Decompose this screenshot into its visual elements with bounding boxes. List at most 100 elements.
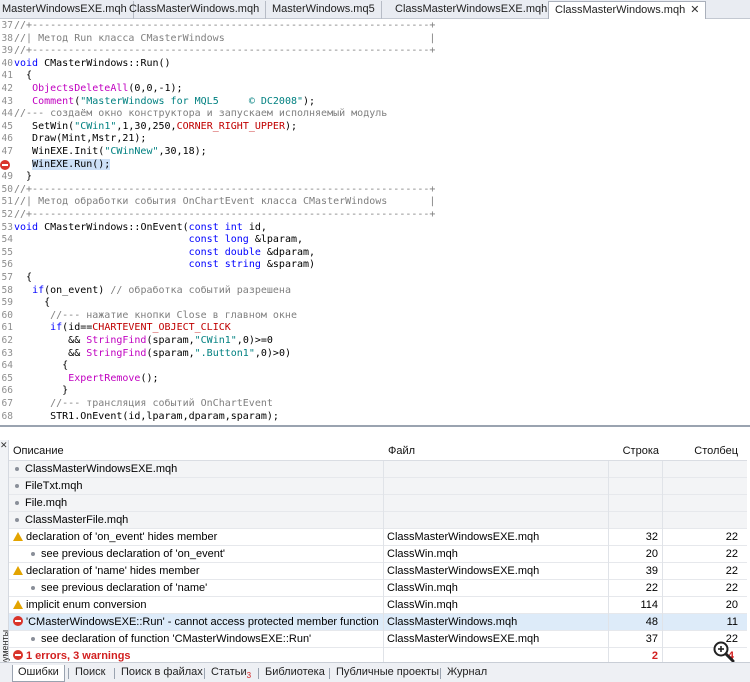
code-line[interactable]: 40 void CMasterWindows::Run() bbox=[0, 58, 750, 71]
row-description: see previous declaration of 'name' bbox=[9, 580, 384, 597]
tab-label: MasterWindowsEXE.mqh bbox=[2, 3, 127, 15]
code-line[interactable]: 59 { bbox=[0, 297, 750, 310]
close-toolbox-icon[interactable]: ✕ bbox=[0, 440, 8, 450]
line-number: 43 bbox=[1, 95, 13, 107]
col-description[interactable]: Описание bbox=[13, 441, 64, 461]
toolbox-tab[interactable]: Статьи3 bbox=[206, 665, 256, 682]
error-list-row[interactable]: 'CMasterWindowsEXE::Run' - cannot access… bbox=[9, 614, 747, 631]
line-number: 57 bbox=[1, 272, 13, 283]
toolbox-tab[interactable]: Журнал bbox=[442, 665, 492, 682]
toolbox-tab-label: Ошибки bbox=[18, 666, 59, 678]
code-line[interactable]: 52//+-----------------------------------… bbox=[0, 209, 750, 222]
description-text: declaration of 'on_event' hides member bbox=[26, 531, 218, 543]
code-line[interactable]: 68 STR1.OnEvent(id,lparam,dparam,sparam)… bbox=[0, 411, 750, 424]
code-line[interactable]: 41 { bbox=[0, 70, 750, 83]
tab-masterwindowsexe-mqh[interactable]: MasterWindowsEXE.mqh bbox=[0, 1, 134, 19]
line-number: 38 bbox=[1, 32, 13, 44]
code-text: WinEXE.Init("CWinNew",30,18); bbox=[14, 146, 207, 157]
code-line[interactable]: 54 const long &lparam, bbox=[0, 234, 750, 247]
code-line[interactable]: 55 const double &dparam, bbox=[0, 247, 750, 260]
error-list-row[interactable]: see previous declaration of 'name' ClassW… bbox=[9, 580, 747, 597]
toolbox-tab[interactable]: Поиск в файлах bbox=[116, 665, 208, 682]
row-line: 39 bbox=[610, 563, 663, 580]
tab-masterwindows-mq5[interactable]: MasterWindows.mq5 bbox=[266, 1, 382, 19]
code-line[interactable]: 43 Comment("MasterWindows for MQL5 © DC2… bbox=[0, 96, 750, 109]
toolbox-tab[interactable]: Публичные проекты bbox=[331, 665, 444, 682]
toolbox-tab-label: Публичные проекты bbox=[336, 666, 439, 678]
line-number: 52 bbox=[1, 209, 13, 220]
row-column: 22 bbox=[725, 582, 738, 594]
close-tab-icon[interactable]: ✕ bbox=[690, 4, 699, 16]
code-text: if(id==CHARTEVENT_OBJECT_CLICK bbox=[50, 322, 231, 334]
code-line[interactable]: 49 } bbox=[0, 171, 750, 184]
code-line[interactable]: 62 && StringFind(sparam,"CWin1",0)>=0 bbox=[0, 335, 750, 348]
code-line[interactable]: 45 SetWin("CWin1",1,30,250,CORNER_RIGHT_… bbox=[0, 121, 750, 134]
code-text: //| Метод Run класса CMasterWindows | bbox=[14, 32, 436, 44]
code-line[interactable]: 38//| Метод Run класса CMasterWindows | bbox=[0, 33, 750, 46]
row-column bbox=[664, 495, 742, 512]
error-list-row[interactable]: ClassMasterFile.mqh bbox=[9, 512, 747, 529]
code-line[interactable]: 56 const string &sparam) bbox=[0, 259, 750, 272]
code-line[interactable]: 51//| Метод обработки события OnChartEve… bbox=[0, 196, 750, 209]
row-line: 37 bbox=[610, 631, 663, 648]
code-line[interactable]: 46 Draw(Mint,Mstr,21); bbox=[0, 133, 750, 146]
tab-classmasterwindows-mqh-1[interactable]: ClassMasterWindows.mqh bbox=[123, 1, 267, 19]
toolbox-tab[interactable]: Поиск bbox=[70, 665, 110, 682]
col-line[interactable]: Строка bbox=[610, 441, 663, 461]
tab-separator bbox=[258, 668, 259, 679]
col-column[interactable]: Столбец bbox=[664, 441, 742, 461]
code-line[interactable]: 44//--- создаём окно конструктора и запу… bbox=[0, 108, 750, 121]
code-line[interactable]: 65 ExpertRemove(); bbox=[0, 373, 750, 386]
code-line[interactable]: 61 if(id==CHARTEVENT_OBJECT_CLICK bbox=[0, 322, 750, 335]
line-number: 40 bbox=[1, 57, 13, 69]
error-list-row[interactable]: FileTxt.mqh bbox=[9, 478, 747, 495]
line-number: 41 bbox=[1, 70, 13, 82]
code-line[interactable]: 37//+-----------------------------------… bbox=[0, 20, 750, 33]
zoom-icon[interactable] bbox=[712, 640, 736, 664]
code-editor[interactable]: 37//+-----------------------------------… bbox=[0, 20, 750, 425]
code-line[interactable]: 58 if(on_event) // обработка событий раз… bbox=[0, 285, 750, 298]
line-number: 62 bbox=[1, 335, 13, 346]
error-list-row[interactable]: declaration of 'name' hides member ClassM… bbox=[9, 563, 747, 580]
code-line[interactable]: 50//+-----------------------------------… bbox=[0, 184, 750, 197]
tab-classmasterwindows-mqh-active[interactable]: ClassMasterWindows.mqh ✕ bbox=[548, 1, 707, 19]
toolbox-tab[interactable]: Библиотека bbox=[260, 665, 330, 682]
row-file: ClassMasterWindowsEXE.mqh bbox=[385, 631, 609, 648]
code-text: void CMasterWindows::Run() bbox=[14, 57, 171, 69]
code-line[interactable]: 60 //--- нажатие кнопки Close в главном … bbox=[0, 310, 750, 323]
row-line: 32 bbox=[610, 529, 663, 546]
code-line[interactable]: 63 && StringFind(sparam,".Button1",0)>0) bbox=[0, 348, 750, 361]
tab-classmasterwindowsexe-mqh[interactable]: ClassMasterWindowsEXE.mqh bbox=[389, 1, 555, 19]
code-text: ExpertRemove(); bbox=[68, 372, 159, 384]
description-text: FileTxt.mqh bbox=[25, 480, 83, 492]
code-line[interactable]: 39//+-----------------------------------… bbox=[0, 45, 750, 58]
code-line[interactable]: 66 } bbox=[0, 385, 750, 398]
line-number: 39 bbox=[1, 45, 13, 57]
code-line[interactable]: 53 void CMasterWindows::OnEvent(const int… bbox=[0, 222, 750, 235]
code-line[interactable]: 64 { bbox=[0, 360, 750, 373]
row-column bbox=[664, 478, 742, 495]
code-line[interactable]: 48 WinEXE.Run(); bbox=[0, 158, 750, 172]
description-text: File.mqh bbox=[25, 497, 68, 509]
row-column: 22 bbox=[725, 548, 738, 560]
error-list-row[interactable]: implicit enum conversion ClassWin.mqh 114 2… bbox=[9, 597, 747, 614]
code-line[interactable]: 42 ObjectsDeleteAll(0,0,-1); bbox=[0, 83, 750, 96]
col-file[interactable]: Файл bbox=[388, 441, 415, 461]
code-line[interactable]: 67 //--- трансляция событий OnChartEvent bbox=[0, 398, 750, 411]
error-list-row[interactable]: File.mqh bbox=[9, 495, 747, 512]
note-bullet-icon bbox=[31, 636, 35, 641]
code-text: { bbox=[14, 70, 33, 82]
tab-label: ClassMasterWindows.mqh bbox=[129, 3, 260, 15]
error-list-row[interactable]: see declaration of function 'CMasterWind… bbox=[9, 631, 747, 648]
code-text: ObjectsDeleteAll(0,0,-1); bbox=[32, 83, 183, 94]
code-line[interactable]: 47 WinEXE.Init("CWinNew",30,18); bbox=[0, 146, 750, 159]
row-file: ClassWin.mqh bbox=[385, 580, 609, 597]
code-text: { bbox=[14, 297, 51, 309]
toolbox-tab[interactable]: Ошибки bbox=[12, 665, 65, 682]
error-list-row[interactable]: declaration of 'on_event' hides member Cl… bbox=[9, 529, 747, 546]
error-list-row[interactable]: ClassMasterWindowsEXE.mqh bbox=[9, 461, 747, 478]
row-column: 11 bbox=[726, 616, 738, 628]
row-line bbox=[610, 495, 663, 512]
error-list-row[interactable]: see previous declaration of 'on_event' Cl… bbox=[9, 546, 747, 563]
code-line[interactable]: 57 { bbox=[0, 272, 750, 285]
